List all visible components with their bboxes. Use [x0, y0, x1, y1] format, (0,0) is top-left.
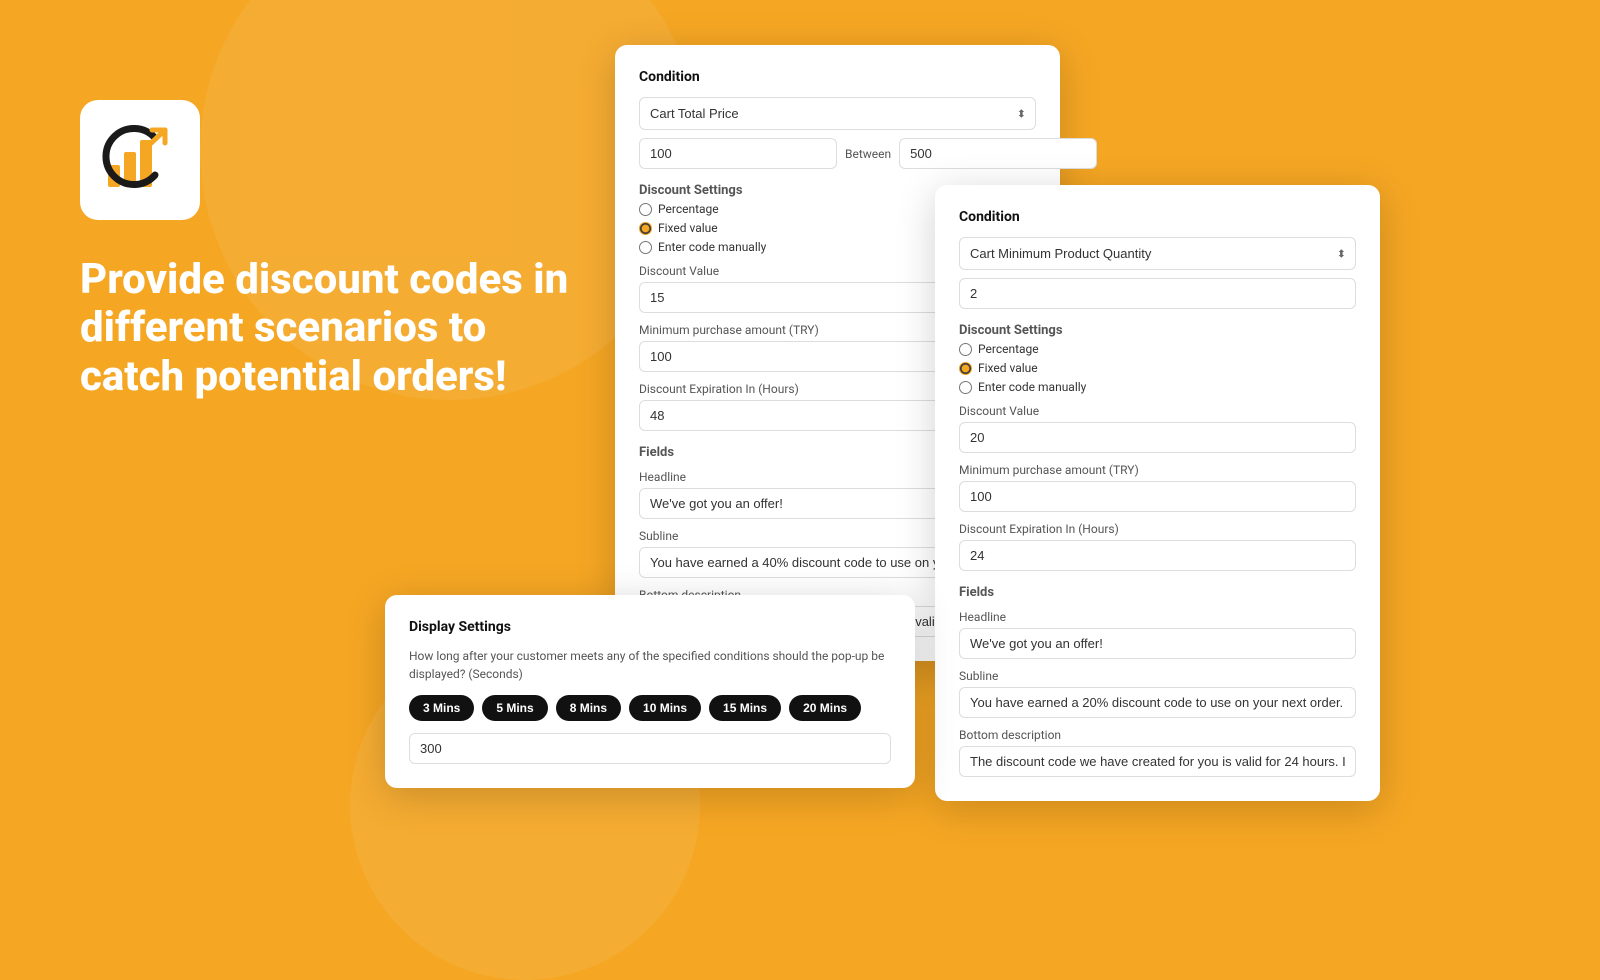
card2-condition-select[interactable]: Cart Minimum Product Quantity	[959, 237, 1356, 270]
card2-headline-input[interactable]	[959, 628, 1356, 659]
card2-discount-value-input[interactable]	[959, 422, 1356, 453]
card1-between-row: Between	[639, 138, 1036, 169]
main-headline: Provide discount codes in different scen…	[80, 256, 600, 401]
time-btn-8mins[interactable]: 8 Mins	[556, 695, 621, 721]
card-display-settings: Display Settings How long after your cus…	[385, 595, 915, 788]
time-btn-20mins[interactable]: 20 Mins	[789, 695, 861, 721]
card1-condition-select-wrapper[interactable]: Cart Total Price ⬍	[639, 97, 1036, 130]
card2-headline-label: Headline	[959, 610, 1356, 624]
left-panel: Provide discount codes in different scen…	[80, 100, 600, 401]
card2-radio-manual[interactable]: Enter code manually	[959, 380, 1356, 394]
logo-box	[80, 100, 200, 220]
time-btn-5mins[interactable]: 5 Mins	[482, 695, 547, 721]
card2-condition-select-wrapper[interactable]: Cart Minimum Product Quantity ⬍	[959, 237, 1356, 270]
card2-expiration-input[interactable]	[959, 540, 1356, 571]
card1-value1-input[interactable]	[639, 138, 837, 169]
app-logo	[100, 120, 180, 200]
card1-between-label: Between	[845, 147, 891, 161]
card2-condition-value-input[interactable]	[959, 278, 1356, 309]
card2-expiration-label: Discount Expiration In (Hours)	[959, 522, 1356, 536]
card2-discount-settings-label: Discount Settings	[959, 323, 1356, 338]
card2-min-purchase-label: Minimum purchase amount (TRY)	[959, 463, 1356, 477]
card2-radio-group: Percentage Fixed value Enter code manual…	[959, 342, 1356, 394]
time-btn-15mins[interactable]: 15 Mins	[709, 695, 781, 721]
card3-time-buttons: 3 Mins 5 Mins 8 Mins 10 Mins 15 Mins 20 …	[409, 695, 891, 721]
card2-subline-input[interactable]	[959, 687, 1356, 718]
card1-condition-select[interactable]: Cart Total Price	[639, 97, 1036, 130]
time-btn-3mins[interactable]: 3 Mins	[409, 695, 474, 721]
card1-value2-input[interactable]	[899, 138, 1097, 169]
card1-condition-label: Condition	[639, 69, 1036, 85]
card2-radio-percentage[interactable]: Percentage	[959, 342, 1356, 356]
card3-value-input[interactable]	[409, 733, 891, 764]
card2-bottom-desc-label: Bottom description	[959, 728, 1356, 742]
card2-condition-label: Condition	[959, 209, 1356, 225]
card2-discount-value-label: Discount Value	[959, 404, 1356, 418]
time-btn-10mins[interactable]: 10 Mins	[629, 695, 701, 721]
card2-bottom-desc-input[interactable]	[959, 746, 1356, 777]
card2-subline-label: Subline	[959, 669, 1356, 683]
card2-min-purchase-input[interactable]	[959, 481, 1356, 512]
card2-fields-label: Fields	[959, 585, 1356, 600]
card3-title: Display Settings	[409, 619, 891, 635]
card-min-quantity: Condition Cart Minimum Product Quantity …	[935, 185, 1380, 801]
card2-radio-fixed[interactable]: Fixed value	[959, 361, 1356, 375]
card3-description: How long after your customer meets any o…	[409, 647, 891, 683]
